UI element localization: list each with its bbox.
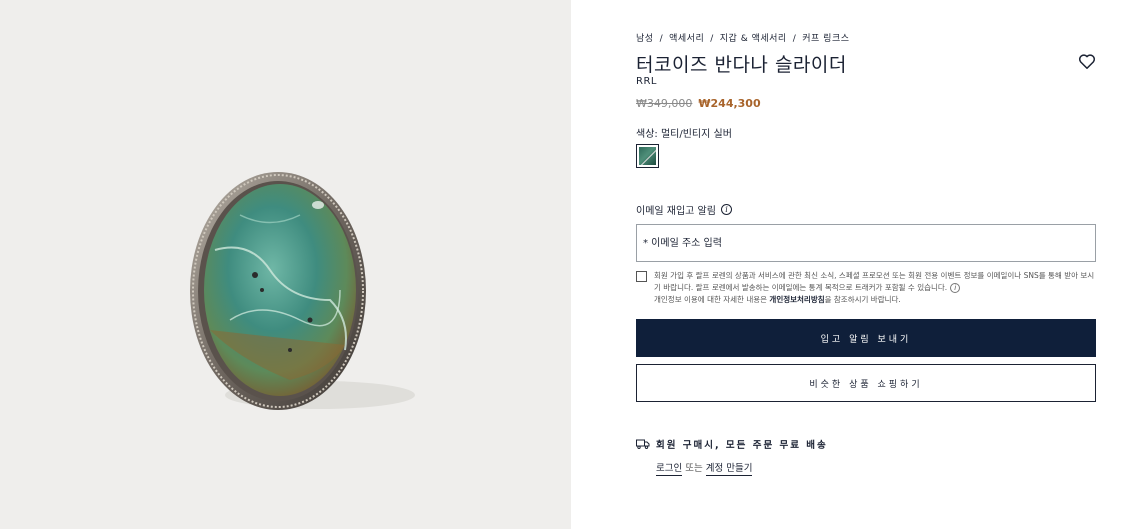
breadcrumb-separator: / <box>710 34 714 44</box>
consent-body: 회원 가입 후 랄프 로렌의 상품과 서비스에 관한 최신 소식, 스페셜 프로… <box>654 271 1095 292</box>
product-info: 남성 / 액세서리 / 지갑 & 액세서리 / 커프 링크스 터코이즈 반다나 슬라이더 R… <box>636 0 1096 529</box>
login-link[interactable]: 로그인 <box>656 463 683 476</box>
breadcrumb-separator: / <box>792 34 797 44</box>
free-shipping-banner: 회원 구매시, 모든 주문 무료 배송 <box>636 437 828 451</box>
info-icon[interactable]: i <box>720 204 732 215</box>
email-field[interactable] <box>636 224 1096 262</box>
product-brand: RRL <box>636 76 657 87</box>
breadcrumb: 남성 / 액세서리 / 지갑 & 액세서리 / 커프 링크스 <box>636 31 850 44</box>
auth-links: 로그인 또는 계정 만들기 <box>656 460 753 476</box>
color-swatch-fill <box>639 147 656 165</box>
or-text: 또는 <box>685 463 703 474</box>
restock-alert-heading: 이메일 재입고 알림 i <box>636 202 732 217</box>
price: ₩349,000 ₩244,300 <box>636 97 761 110</box>
shop-similar-button[interactable]: 비슷한 상품 쇼핑하기 <box>636 364 1096 402</box>
original-price: ₩349,000 <box>636 97 693 110</box>
sale-price: ₩244,300 <box>698 97 761 110</box>
product-image-panel <box>0 0 571 529</box>
truck-icon <box>636 439 650 449</box>
privacy-policy-link[interactable]: 개인정보처리방침 <box>769 295 824 304</box>
breadcrumb-item-accessories[interactable]: 액세서리 <box>669 34 704 44</box>
breadcrumb-item-wallets[interactable]: 지갑 & 액세서리 <box>720 34 787 44</box>
color-swatch[interactable] <box>636 144 659 168</box>
info-icon[interactable]: i <box>950 283 961 293</box>
breadcrumb-item-men[interactable]: 남성 <box>636 34 654 44</box>
heart-icon[interactable] <box>1078 53 1096 70</box>
restock-label: 이메일 재입고 알림 <box>636 206 716 217</box>
breadcrumb-item-cufflinks[interactable]: 커프 링크스 <box>802 34 849 44</box>
privacy-suffix: 을 참조하시기 바랍니다. <box>824 295 901 304</box>
consent-checkbox[interactable] <box>636 271 647 282</box>
consent-block: 회원 가입 후 랄프 로렌의 상품과 서비스에 관한 최신 소식, 스페셜 프로… <box>636 270 1096 306</box>
privacy-prefix: 개인정보 이용에 대한 자세한 내용은 <box>654 295 770 304</box>
create-account-link[interactable]: 계정 만들기 <box>705 463 753 476</box>
product-title: 터코이즈 반다나 슬라이더 <box>636 54 847 76</box>
consent-text: 회원 가입 후 랄프 로렌의 상품과 서비스에 관한 최신 소식, 스페셜 프로… <box>654 270 1096 306</box>
breadcrumb-separator: / <box>659 34 664 44</box>
notify-button[interactable]: 입고 알림 보내기 <box>636 319 1096 357</box>
product-image <box>190 172 415 410</box>
color-label: 색상: 멀티/빈티지 실버 <box>636 129 732 140</box>
shipping-text: 회원 구매시, 모든 주문 무료 배송 <box>656 440 828 451</box>
